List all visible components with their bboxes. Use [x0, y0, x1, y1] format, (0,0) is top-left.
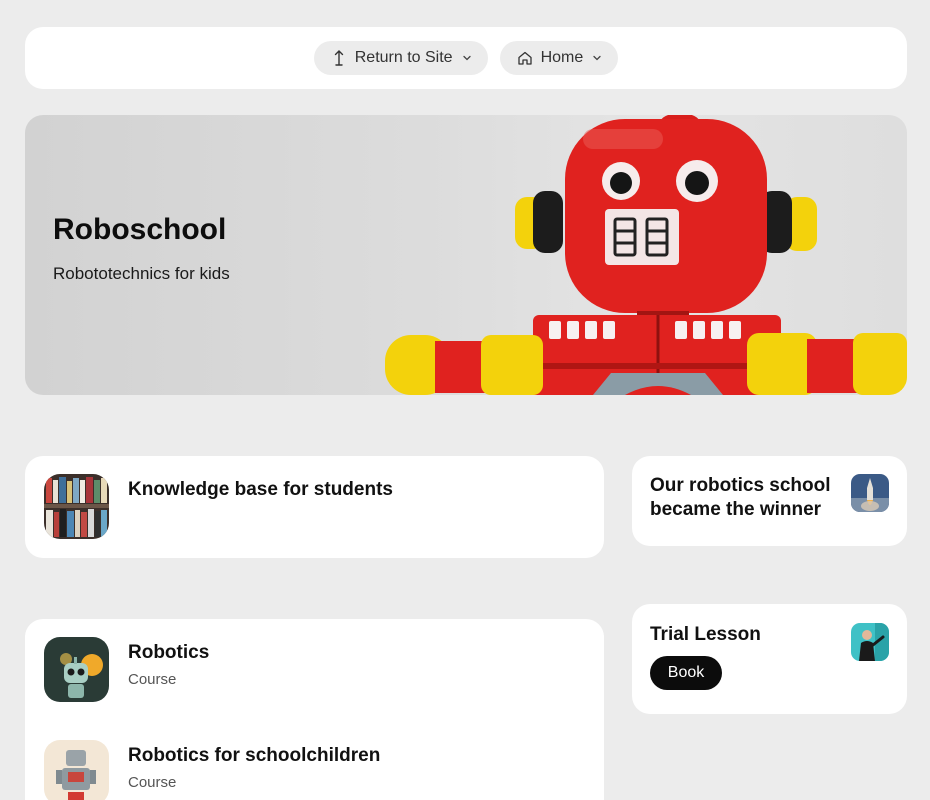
home-icon [516, 49, 534, 67]
course-title: Robotics [128, 642, 210, 663]
presenter-thumbnail [851, 623, 889, 661]
toy-robot-course-thumbnail [44, 740, 109, 800]
knowledge-base-card[interactable]: Knowledge base for students [25, 456, 604, 558]
trial-lesson-card: Trial Lesson Book [632, 604, 907, 714]
bookshelf-thumbnail [44, 474, 109, 539]
news-title-line1: Our robotics school [650, 475, 831, 496]
page-subtitle: Robototechnics for kids [53, 264, 230, 283]
book-button[interactable]: Book [650, 656, 722, 690]
home-menu-button[interactable]: Home [499, 41, 619, 75]
robot-image [385, 115, 907, 395]
chevron-down-icon [462, 53, 472, 63]
robot-course-thumbnail [44, 637, 109, 702]
home-label: Home [540, 49, 584, 66]
return-to-site-label: Return to Site [354, 49, 453, 66]
course-type: Course [128, 671, 177, 688]
arrow-up-icon [330, 49, 348, 67]
course-title: Robotics for schoolchildren [128, 745, 381, 766]
courses-card: Robotics Course Robotics for schoolchild… [25, 619, 604, 800]
knowledge-base-title: Knowledge base for students [128, 479, 393, 500]
rocket-launch-thumbnail [851, 474, 889, 512]
page-title: Roboschool [53, 213, 227, 246]
news-title-line2: became the winner [650, 499, 822, 520]
news-card[interactable]: Our robotics school became the winner [632, 456, 907, 546]
trial-lesson-title: Trial Lesson [650, 624, 761, 645]
hero-banner: Roboschool Robototechnics for kids [25, 115, 907, 395]
chevron-down-icon [592, 53, 602, 63]
course-type: Course [128, 774, 177, 791]
top-navigation: Return to Site Home [25, 27, 907, 89]
return-to-site-button[interactable]: Return to Site [313, 41, 488, 75]
